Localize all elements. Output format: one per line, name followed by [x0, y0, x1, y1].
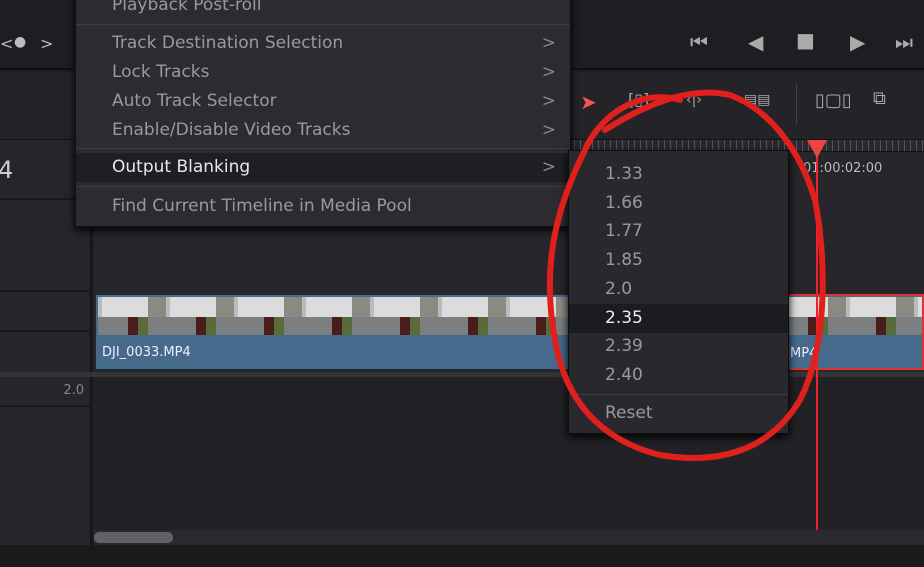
menu-item-lock-tracks[interactable]: Lock Tracks > — [76, 58, 570, 87]
context-menu: Playback Post-roll Track Destination Sel… — [75, 0, 571, 227]
last-frame-button[interactable]: ⏭ — [895, 30, 913, 54]
blanking-option-1-33[interactable]: 1.33 — [569, 160, 788, 189]
selected-clip-segment[interactable]: MP4 — [790, 294, 924, 370]
insert-clip-icon[interactable]: ▯▢▯ — [815, 90, 852, 111]
overwrite-clip-icon[interactable]: ⧉ — [873, 88, 886, 109]
menu-item-enable-disable-video[interactable]: Enable/Disable Video Tracks > — [76, 116, 570, 145]
nav-dot[interactable]: ● — [14, 34, 26, 50]
menu-item-playback-post-roll[interactable]: Playback Post-roll — [76, 0, 570, 20]
toolbar-divider — [796, 84, 797, 124]
blanking-option-1-77[interactable]: 1.77 — [569, 217, 788, 246]
reverse-button[interactable]: ◀ — [748, 30, 763, 54]
output-blanking-submenu: 1.33 1.66 1.77 1.85 2.0 2.35 2.39 2.40 R… — [568, 150, 789, 434]
stop-button[interactable]: ■ — [796, 28, 815, 52]
blanking-option-2-39[interactable]: 2.39 — [569, 332, 788, 361]
audio-track — [94, 377, 924, 530]
chevron-right-icon: > — [541, 120, 556, 140]
blade-tool-icon[interactable]: ▤▤ — [744, 92, 770, 108]
menu-item-track-destination[interactable]: Track Destination Selection > — [76, 29, 570, 58]
nav-next-button[interactable]: > — [40, 34, 53, 53]
dynamic-trim-icon[interactable]: ‹|› — [686, 92, 702, 108]
track-number: 4 — [0, 156, 14, 184]
playhead[interactable] — [816, 140, 818, 530]
blanking-option-2-35[interactable]: 2.35 — [569, 304, 788, 333]
horizontal-scrollbar[interactable] — [94, 530, 924, 545]
blanking-option-2-40[interactable]: 2.40 — [569, 361, 788, 390]
menu-item-auto-track-selector[interactable]: Auto Track Selector > — [76, 87, 570, 116]
play-button[interactable]: ▶ — [850, 30, 865, 54]
chevron-right-icon: > — [541, 33, 556, 53]
scrollbar-thumb[interactable] — [94, 532, 173, 543]
blanking-option-reset[interactable]: Reset — [569, 399, 788, 428]
audio-channel-label: 2.0 — [63, 383, 84, 398]
timecode-label: 01:00:02:00 — [803, 161, 883, 176]
nav-prev-button[interactable]: < — [0, 34, 13, 53]
chevron-right-icon: > — [541, 62, 556, 82]
playhead-handle[interactable] — [807, 140, 827, 158]
chevron-right-icon: > — [541, 157, 556, 177]
selection-tool-icon[interactable]: ➤ — [580, 90, 597, 114]
blanking-option-1-66[interactable]: 1.66 — [569, 189, 788, 218]
first-frame-button[interactable]: ⏮ — [690, 30, 708, 54]
blanking-option-1-85[interactable]: 1.85 — [569, 246, 788, 275]
clip-name: DJI_0033.MP4 — [102, 345, 191, 360]
chevron-right-icon: > — [541, 91, 556, 111]
menu-item-find-timeline[interactable]: Find Current Timeline in Media Pool — [76, 192, 570, 221]
blanking-option-2-0[interactable]: 2.0 — [569, 275, 788, 304]
clip-name-tail: MP4 — [790, 346, 818, 361]
menu-item-output-blanking[interactable]: Output Blanking > — [76, 153, 570, 182]
trim-tool-icon[interactable]: [▯] — [628, 90, 649, 109]
bottom-bar — [0, 545, 924, 567]
